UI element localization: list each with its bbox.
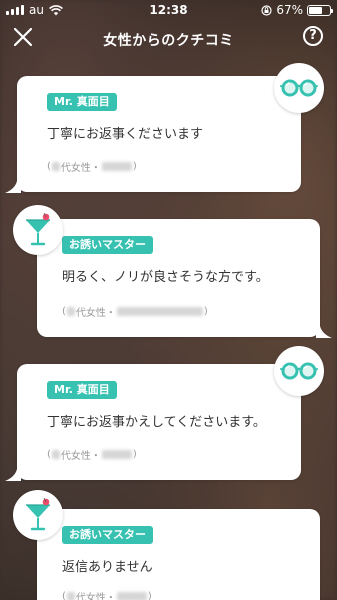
meta-close: )	[203, 306, 208, 317]
glasses-icon	[280, 362, 318, 380]
glasses-icon	[280, 79, 318, 97]
meta-separator: ・	[105, 593, 116, 600]
age-label: 代女性	[60, 451, 91, 462]
review-meta: ( 代女性 ・ )	[62, 589, 152, 600]
review-card: お誘いマスター 返信ありません ( 代女性 ・ )	[37, 509, 320, 600]
review-text: 丁寧にお返事かえしてくださいます。	[47, 415, 266, 430]
age-label: 代女性	[75, 308, 106, 319]
battery-icon	[307, 4, 333, 16]
cocktail-avatar	[13, 205, 63, 255]
review-badge: Mr. 真面目	[47, 381, 117, 399]
cocktail-icon	[26, 213, 50, 246]
glasses-avatar	[274, 63, 324, 113]
review-card: Mr. 真面目 丁寧にお返事くださいます ( 代女性 ・ )	[5, 76, 301, 193]
status-right: 67%	[261, 3, 333, 17]
bubble-tail	[5, 181, 21, 193]
meta-open: (	[62, 591, 66, 600]
review-text: 返信ありません	[62, 560, 153, 575]
review-text: 明るく、ノリが良さそうな方です。	[62, 270, 269, 285]
meta-close: )	[132, 449, 137, 460]
review-card: Mr. 真面目 丁寧にお返事かえしてくださいます。 ( 代女性 ・ )	[5, 364, 301, 481]
review-meta: ( 代女性 ・ )	[62, 304, 208, 319]
age-redacted	[66, 307, 75, 316]
help-button[interactable]: ?	[303, 26, 323, 46]
meta-close: )	[147, 591, 152, 600]
bubble-tail	[5, 469, 21, 481]
header: 女性からのクチコミ ?	[0, 20, 337, 64]
area-redacted	[101, 162, 132, 171]
review-card: お誘いマスター 明るく、ノリが良さそうな方です。 ( 代女性 ・ )	[37, 219, 332, 338]
battery-percent: 67%	[276, 3, 303, 17]
review-badge: お誘いマスター	[62, 236, 153, 254]
age-redacted	[51, 162, 60, 171]
meta-separator: ・	[105, 308, 116, 319]
age-redacted	[66, 592, 75, 600]
battery-fill	[309, 6, 323, 14]
area-redacted	[101, 450, 132, 459]
review-badge: Mr. 真面目	[47, 93, 117, 111]
meta-open: (	[62, 306, 66, 317]
review-meta: ( 代女性 ・ )	[47, 447, 137, 462]
age-redacted	[51, 450, 60, 459]
review-meta: ( 代女性 ・ )	[47, 159, 137, 174]
age-label: 代女性	[75, 593, 106, 600]
page-title: 女性からのクチコミ	[103, 33, 234, 49]
bubble-tail	[316, 326, 332, 338]
meta-separator: ・	[90, 163, 101, 174]
area-redacted	[116, 592, 147, 600]
meta-close: )	[132, 161, 137, 172]
cocktail-icon	[26, 498, 50, 531]
status-bar: au 12:38 67%	[0, 0, 337, 20]
meta-separator: ・	[90, 451, 101, 462]
rotation-lock-icon	[261, 4, 272, 16]
glasses-avatar	[274, 346, 324, 396]
area-redacted	[116, 307, 203, 316]
cocktail-avatar	[13, 490, 63, 540]
review-text: 丁寧にお返事くださいます	[47, 127, 204, 142]
meta-open: (	[47, 449, 51, 460]
age-label: 代女性	[60, 163, 91, 174]
meta-open: (	[47, 161, 51, 172]
review-badge: お誘いマスター	[62, 526, 153, 544]
